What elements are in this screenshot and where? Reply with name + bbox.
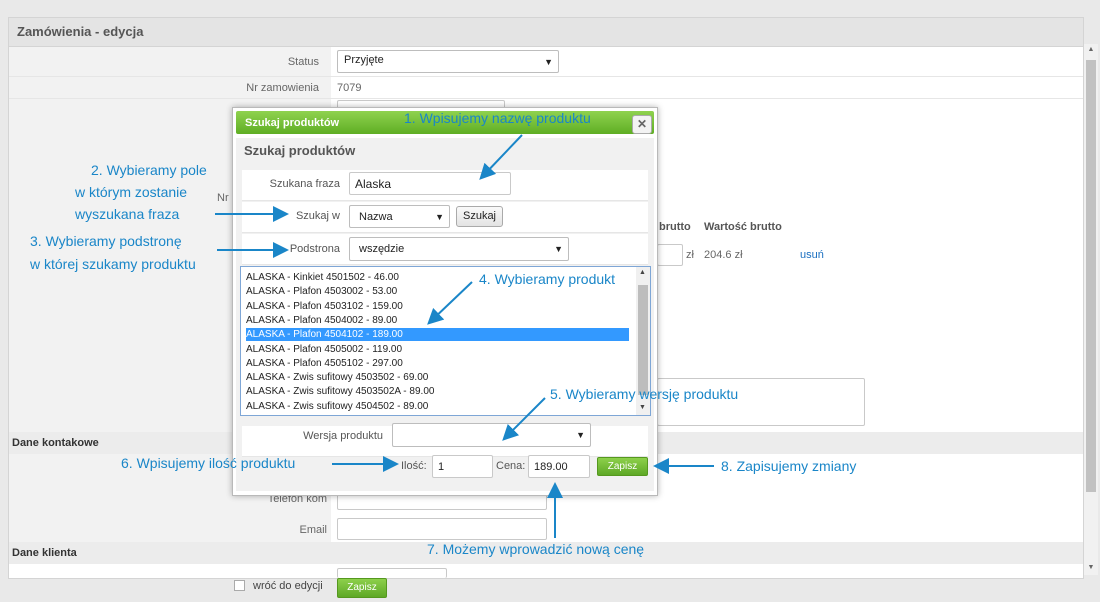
annotation-arrows	[215, 134, 714, 538]
arrow-1	[479, 134, 523, 180]
arrow-5	[502, 397, 546, 441]
arrow-4	[427, 281, 473, 325]
